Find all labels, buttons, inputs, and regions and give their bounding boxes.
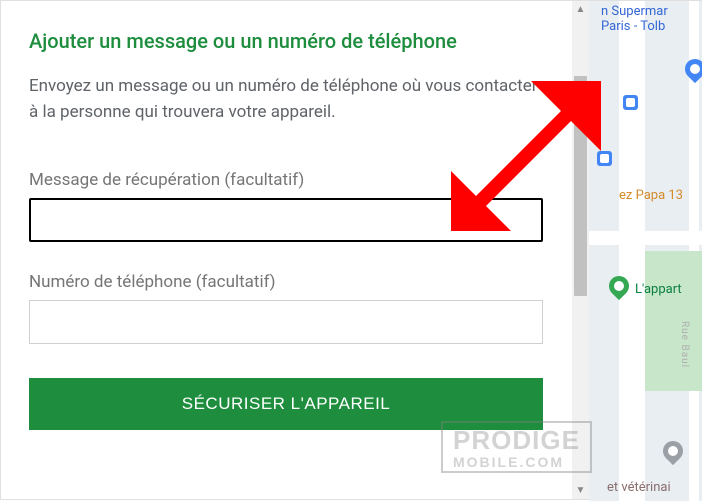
map-park	[645, 251, 702, 391]
map-poi-vet[interactable]: et vétérinai	[607, 481, 671, 496]
bus-stop-icon[interactable]	[597, 151, 612, 166]
app-root: Ajouter un message ou un numéro de télép…	[0, 0, 702, 500]
panel-title: Ajouter un message ou un numéro de télép…	[29, 29, 543, 53]
scroll-down-icon[interactable]: ▼	[572, 482, 589, 499]
map-poi-lappart[interactable]: L'appart	[635, 283, 682, 298]
map-road	[589, 231, 702, 245]
map-road	[619, 1, 645, 501]
bus-stop-icon[interactable]	[623, 95, 638, 110]
recovery-message-label: Message de récupération (facultatif)	[29, 170, 543, 190]
secure-device-panel: Ajouter un message ou un numéro de télép…	[1, 1, 571, 499]
scroll-thumb[interactable]	[574, 76, 587, 296]
phone-number-input[interactable]	[29, 300, 543, 344]
panel-scrollbar[interactable]: ▲ ▼	[572, 1, 589, 499]
scroll-up-icon[interactable]: ▲	[572, 1, 589, 18]
secure-device-button[interactable]: SÉCURISER L'APPAREIL	[29, 378, 543, 430]
recovery-message-input[interactable]	[29, 198, 543, 242]
panel-description: Envoyez un message ou un numéro de télép…	[29, 73, 543, 126]
map-view[interactable]: n Supermar Paris - Tolb ez Papa 13 L'app…	[589, 1, 702, 501]
map-pin-icon[interactable]	[659, 437, 687, 465]
map-pin-icon[interactable]	[681, 55, 702, 83]
map-street-label: Rue Baul	[679, 321, 690, 368]
phone-number-label: Numéro de téléphone (facultatif)	[29, 272, 543, 292]
map-poi-restaurant[interactable]: ez Papa 13	[619, 189, 683, 204]
map-poi-supermarket[interactable]: n Supermar Paris - Tolb	[601, 5, 668, 35]
